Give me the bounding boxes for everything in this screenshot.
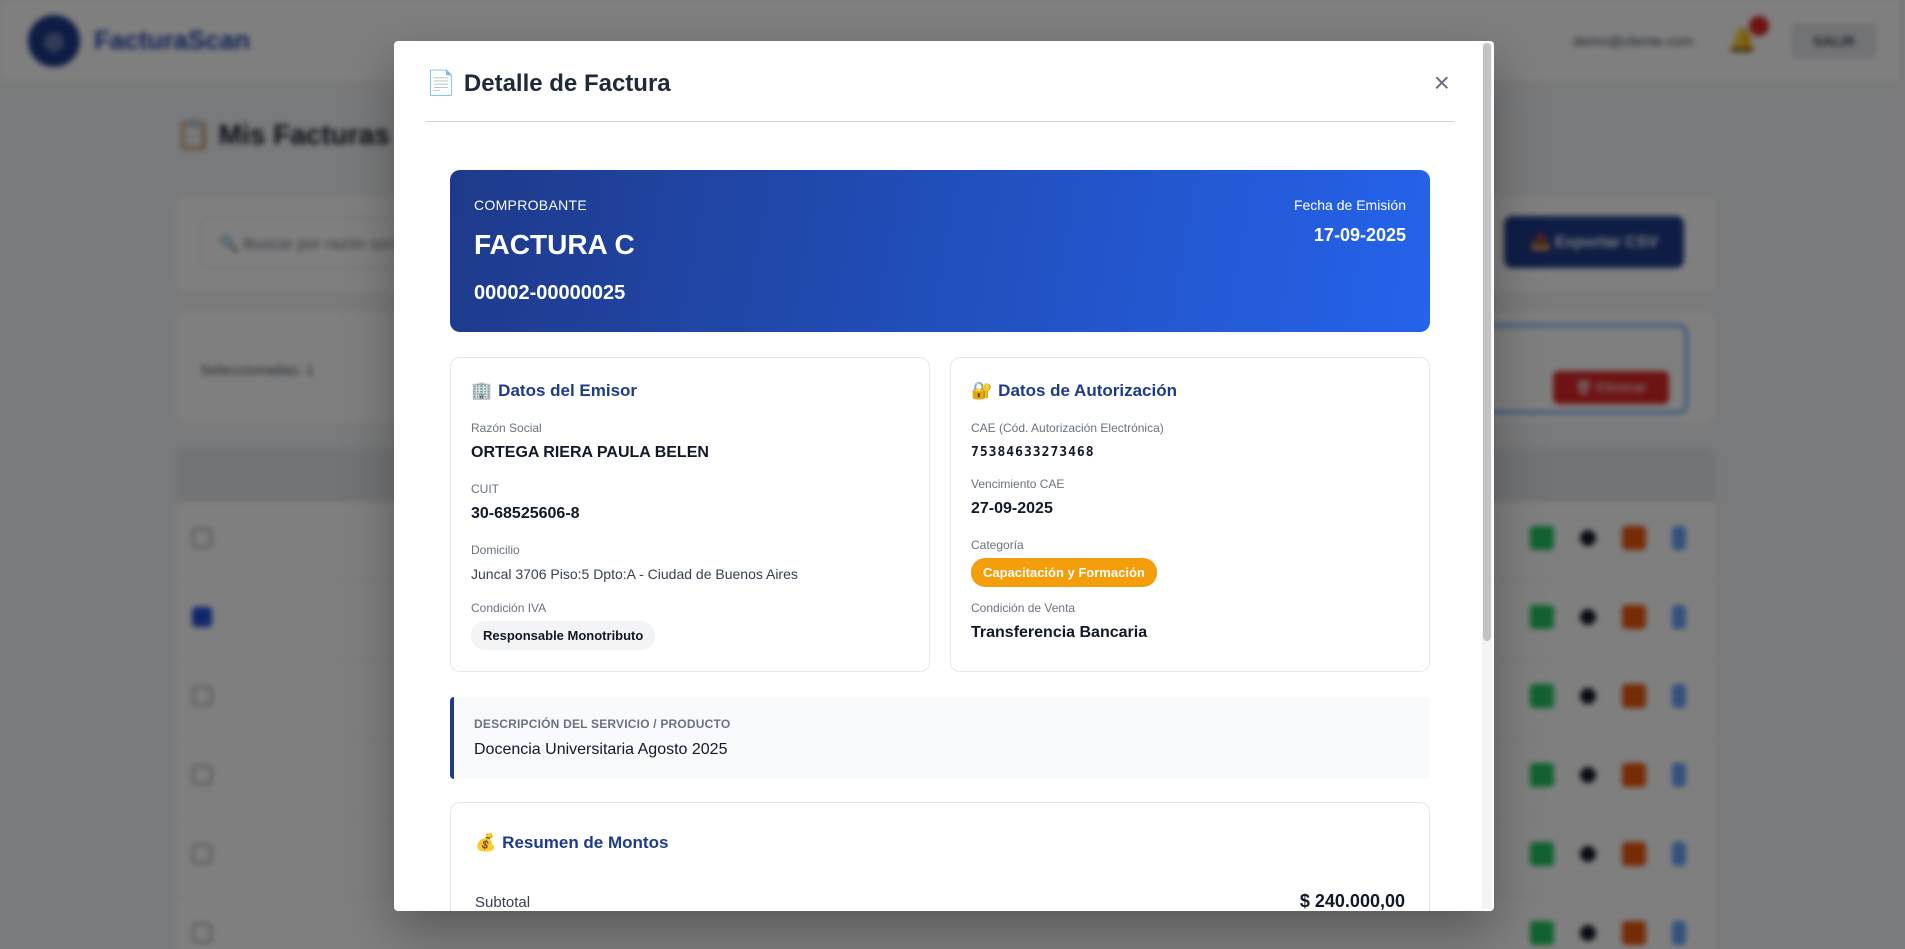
- modal-title-text: Detalle de Factura: [463, 69, 671, 97]
- modal-header: 📄 Detalle de Factura ×: [426, 69, 1454, 122]
- autorizacion-title-text: Datos de Autorización: [998, 381, 1178, 400]
- modal-scrollbar-thumb[interactable]: [1483, 43, 1491, 641]
- condicion-venta-value: Transferencia Bancaria: [971, 624, 1148, 641]
- descripcion-block: DESCRIPCIÓN DEL SERVICIO / PRODUCTO Doce…: [450, 697, 1430, 779]
- condicion-iva-badge: Responsable Monotributo: [471, 621, 656, 650]
- comprobante-banner: COMPROBANTE FACTURA C 00002-00000025 Fec…: [450, 170, 1430, 332]
- document-icon: 📄: [426, 70, 456, 97]
- comprobante-number: 00002-00000025: [474, 282, 626, 304]
- montos-card: 💰 Resumen de Montos Subtotal $ 240.000,0…: [450, 802, 1430, 911]
- condicion-venta-label: Condición de Venta: [971, 601, 1076, 615]
- cuit-label: CUIT: [471, 482, 499, 496]
- page-scrollbar[interactable]: [1899, 0, 1905, 949]
- lock-key-icon: 🔐: [971, 381, 993, 400]
- domicilio-label: Domicilio: [471, 543, 520, 557]
- money-bag-icon: 💰: [475, 833, 497, 852]
- page-scrollbar-thumb[interactable]: [1899, 0, 1905, 668]
- subtotal-row: Subtotal $ 240.000,00: [475, 891, 1405, 911]
- categoria-label: Categoría: [971, 538, 1024, 552]
- cae-label: CAE (Cód. Autorización Electrónica): [971, 421, 1164, 435]
- montos-title-text: Resumen de Montos: [502, 833, 669, 852]
- razon-social-value: ORTEGA RIERA PAULA BELEN: [471, 444, 709, 461]
- comprobante-label: COMPROBANTE: [474, 197, 587, 213]
- vencimiento-cae-value: 27-09-2025: [971, 500, 1053, 517]
- building-icon: 🏢: [471, 381, 493, 400]
- descripcion-text: Docencia Universitaria Agosto 2025: [474, 741, 728, 758]
- categoria-badge: Capacitación y Formación: [971, 558, 1157, 587]
- cuit-value: 30-68525606-8: [471, 505, 580, 522]
- montos-card-title: 💰 Resumen de Montos: [475, 833, 668, 853]
- emisor-card: 🏢 Datos del Emisor Razón Social ORTEGA R…: [450, 357, 930, 672]
- condicion-iva-label: Condición IVA: [471, 601, 547, 615]
- close-icon[interactable]: ×: [1434, 69, 1450, 97]
- autorizacion-card-title: 🔐 Datos de Autorización: [971, 381, 1177, 401]
- subtotal-label: Subtotal: [475, 894, 531, 911]
- emission-date-label: Fecha de Emisión: [1293, 197, 1406, 213]
- comprobante-type: FACTURA C: [474, 229, 635, 260]
- cae-value: 75384633273468: [971, 445, 1095, 460]
- subtotal-value: $ 240.000,00: [1299, 891, 1405, 911]
- descripcion-label: DESCRIPCIÓN DEL SERVICIO / PRODUCTO: [474, 717, 731, 731]
- invoice-detail-modal: 📄 Detalle de Factura × COMPROBANTE FACTU…: [394, 41, 1494, 911]
- domicilio-value: Juncal 3706 Piso:5 Dpto:A - Ciudad de Bu…: [471, 566, 798, 582]
- razon-social-label: Razón Social: [471, 421, 542, 435]
- emisor-title-text: Datos del Emisor: [498, 381, 638, 400]
- modal-title: 📄 Detalle de Factura: [426, 69, 671, 98]
- autorizacion-card: 🔐 Datos de Autorización CAE (Cód. Autori…: [950, 357, 1430, 672]
- emission-date: 17-09-2025: [1313, 225, 1406, 245]
- vencimiento-cae-label: Vencimiento CAE: [971, 477, 1065, 491]
- emisor-card-title: 🏢 Datos del Emisor: [471, 381, 637, 401]
